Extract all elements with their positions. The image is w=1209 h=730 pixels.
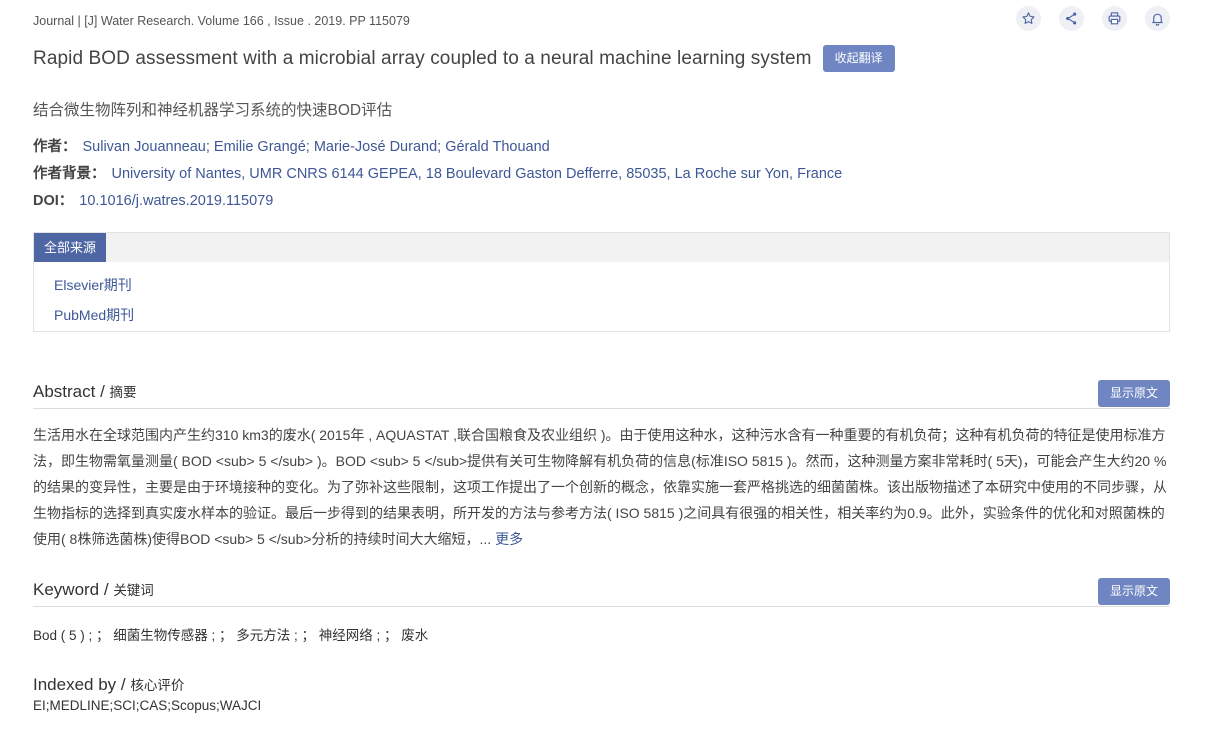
article-title-translation: 结合微生物阵列和神经机器学习系统的快速BOD评估 xyxy=(33,102,393,119)
abstract-heading: Abstract / 摘要 xyxy=(33,381,137,402)
keyword-show-original-button[interactable]: 显示原文 xyxy=(1097,578,1170,605)
source-link-elsevier[interactable]: Elsevier期刊 xyxy=(54,275,132,295)
source-link-pubmed[interactable]: PubMed期刊 xyxy=(54,305,134,325)
indexed-by-list: EI;MEDLINE;SCI;CAS;Scopus;WAJCI xyxy=(33,698,262,713)
authors-value[interactable]: Sulivan Jouanneau; Emilie Grangé; Marie-… xyxy=(83,139,550,155)
sources-tabbar: 全部来源 xyxy=(34,233,1169,262)
indexed-heading-en: Indexed by / xyxy=(33,675,131,694)
indexed-heading: Indexed by / 核心评价 xyxy=(33,674,184,695)
fold-translation-button[interactable]: 收起翻译 xyxy=(822,45,895,72)
print-icon xyxy=(1108,12,1121,25)
abstract-show-original-button[interactable]: 显示原文 xyxy=(1097,380,1170,407)
share-icon xyxy=(1066,12,1077,25)
title-row: Rapid BOD assessment with a microbial ar… xyxy=(33,45,895,72)
more-link[interactable]: 更多 xyxy=(495,531,523,547)
affiliation-label: 作者背景： xyxy=(33,166,106,182)
abstract-heading-en: Abstract / xyxy=(33,382,110,401)
doi-row: DOI： 10.1016/j.watres.2019.115079 xyxy=(33,189,273,210)
keyword-heading: Keyword / 关键词 xyxy=(33,579,154,600)
journal-citation: Journal | [J] Water Research. Volume 166… xyxy=(33,14,410,28)
sources-panel: 全部来源 Elsevier期刊 PubMed期刊 xyxy=(33,232,1170,332)
keyword-heading-cn: 关键词 xyxy=(113,583,154,598)
indexed-heading-cn: 核心评价 xyxy=(130,678,185,693)
abstract-text: 生活用水在全球范围内产生约310 km3的废水( 2015年 , AQUASTA… xyxy=(33,422,1173,552)
print-button[interactable] xyxy=(1102,6,1127,31)
abstract-content: 生活用水在全球范围内产生约310 km3的废水( 2015年 , AQUASTA… xyxy=(33,427,1167,547)
action-icons xyxy=(1016,6,1170,31)
abstract-header: Abstract / 摘要 显示原文 xyxy=(33,380,1170,409)
keyword-heading-en: Keyword / xyxy=(33,580,114,599)
authors-label: 作者： xyxy=(33,139,77,155)
doi-link[interactable]: 10.1016/j.watres.2019.115079 xyxy=(79,193,273,209)
bell-icon xyxy=(1152,13,1163,26)
authors-row: 作者： Sulivan Jouanneau; Emilie Grangé; Mar… xyxy=(33,135,550,156)
doi-label: DOI： xyxy=(33,193,74,209)
article-title: Rapid BOD assessment with a microbial ar… xyxy=(33,47,812,69)
affiliation-value[interactable]: University of Nantes, UMR CNRS 6144 GEPE… xyxy=(112,166,843,182)
abstract-heading-cn: 摘要 xyxy=(109,385,137,400)
share-button[interactable] xyxy=(1059,6,1084,31)
affiliation-row: 作者背景： University of Nantes, UMR CNRS 6144… xyxy=(33,162,842,183)
keyword-list: Bod ( 5 ) ; ； 细菌生物传感器 ; ； 多元方法 ; ； 神经网络 … xyxy=(33,628,429,643)
star-icon xyxy=(1022,12,1035,24)
tab-all-sources[interactable]: 全部来源 xyxy=(34,233,107,262)
favorite-button[interactable] xyxy=(1016,6,1041,31)
subscribe-button[interactable] xyxy=(1145,6,1170,31)
keyword-header: Keyword / 关键词 显示原文 xyxy=(33,578,1170,607)
